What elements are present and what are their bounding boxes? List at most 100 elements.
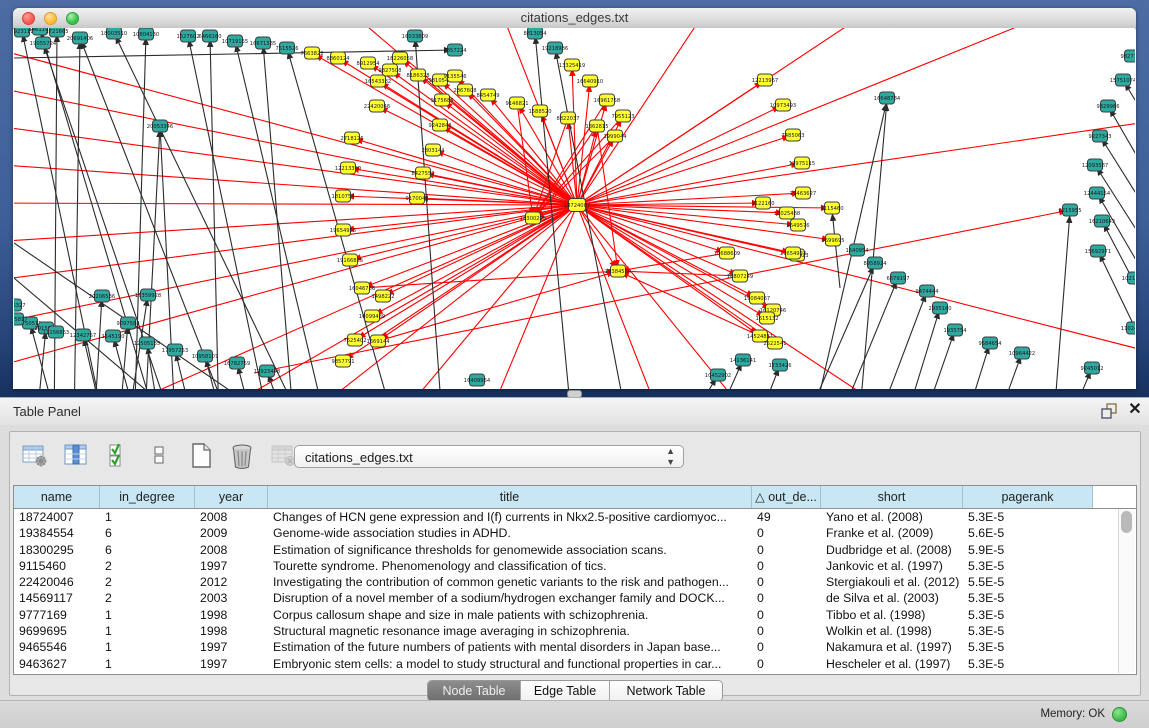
- graph-node-label: 10964422: [1009, 351, 1035, 357]
- table-cell: Hescheler et al. (1997): [821, 656, 963, 672]
- graph-node-label: 12975115: [789, 161, 815, 167]
- table-cell: Stergiakouli et al. (2012): [821, 574, 963, 590]
- table-settings-icon[interactable]: [18, 440, 52, 474]
- network-window-title: citations_edges.txt: [13, 10, 1136, 25]
- tab-network-table[interactable]: Network Table: [609, 681, 722, 701]
- table-row[interactable]: 969969511998Structural magnetic resonanc…: [14, 623, 1118, 639]
- graph-node-label: 9227343: [1088, 134, 1111, 140]
- table-row[interactable]: 1938455462009Genome-wide association stu…: [14, 525, 1118, 541]
- graph-node-label: 9857791: [331, 359, 354, 365]
- table-row[interactable]: 1830029562008Estimation of significance …: [14, 542, 1118, 558]
- select-all-checks-icon[interactable]: [101, 440, 135, 474]
- float-window-icon[interactable]: [1101, 403, 1118, 420]
- table-body: 1872400712008Changes of HCN gene express…: [14, 509, 1118, 674]
- table-cell: Wolkin et al. (1998): [821, 623, 963, 639]
- graph-node-label: 8454749: [476, 93, 499, 99]
- graph-node-label: 18807249: [727, 274, 753, 280]
- tab-edge-table[interactable]: Edge Table: [520, 681, 609, 701]
- graph-edge-black: [1102, 221, 1135, 358]
- tab-node-table[interactable]: Node Table: [428, 681, 520, 701]
- graph-edge-black: [94, 296, 102, 389]
- graph-node-label: 18300295: [520, 216, 546, 222]
- graph-edge-red: [350, 205, 577, 260]
- select-column-icon[interactable]: [59, 440, 93, 474]
- graph-node-label: 20206536: [89, 294, 115, 300]
- table-row[interactable]: 977716911998Corpus callosum shape and si…: [14, 607, 1118, 623]
- table-cell: 1: [100, 623, 195, 639]
- column-header-year[interactable]: year: [195, 486, 268, 508]
- table-row[interactable]: 1872400712008Changes of HCN gene express…: [14, 509, 1118, 525]
- table-cell: 0: [752, 542, 821, 558]
- graph-node-label: 9699695: [821, 238, 844, 244]
- graph-edge-red: [618, 271, 740, 276]
- column-header-out-degree[interactable]: △ out_de...: [752, 486, 821, 508]
- node-table: namein_degreeyeartitle△ out_de...shortpa…: [13, 485, 1137, 675]
- table-cell: 2: [100, 574, 195, 590]
- vertical-scrollbar[interactable]: [1118, 509, 1135, 673]
- table-cell: 0: [752, 574, 821, 590]
- column-header-name[interactable]: name: [14, 486, 100, 508]
- table-selector-dropdown[interactable]: citations_edges.txt ▲▼: [294, 445, 684, 468]
- memory-status-indicator[interactable]: [1112, 707, 1127, 722]
- graph-node-label: 19166825: [337, 258, 363, 264]
- memory-status-label: Memory: OK: [1040, 708, 1105, 720]
- graph-node-label: 20691406: [67, 36, 93, 42]
- table-cell: 2: [100, 590, 195, 606]
- graph-node-label: 9584654: [978, 341, 1002, 347]
- graph-node-label: 12923448: [254, 369, 280, 375]
- table-row[interactable]: 2242004622012Investigating the contribut…: [14, 574, 1118, 590]
- table-cell: Jankovic et al. (1997): [821, 558, 963, 574]
- status-bar: Memory: OK: [0, 700, 1149, 728]
- graph-node-label: 18003510: [101, 31, 127, 37]
- graph-node-label: 16099489: [359, 314, 385, 320]
- graph-node-label: 10973493: [770, 103, 796, 109]
- table-cell: Investigating the contribution of common…: [268, 574, 752, 590]
- graph-node-label: 15692971: [1085, 249, 1111, 255]
- table-row[interactable]: 946554611997Estimation of the future num…: [14, 639, 1118, 655]
- graph-node-label: 9170041: [405, 196, 428, 202]
- table-row[interactable]: 1456911722003Disruption of a novel membe…: [14, 590, 1118, 606]
- table-selector-value: citations_edges.txt: [305, 450, 413, 465]
- table-cell: Yano et al. (2008): [821, 509, 963, 525]
- table-cell: 18300295: [14, 542, 100, 558]
- table-cell: 0: [752, 623, 821, 639]
- network-window-titlebar[interactable]: citations_edges.txt: [13, 8, 1136, 29]
- graph-node-label: 11024580: [1121, 326, 1135, 332]
- graph-node-label: 19055724: [30, 41, 57, 47]
- graph-node-label: 12342757: [70, 333, 96, 339]
- table-cell: Changes of HCN gene expression and I(f) …: [268, 509, 752, 525]
- graph-node-label: 20053346: [147, 124, 173, 130]
- table-cell: 14569117: [14, 590, 100, 606]
- column-header-short[interactable]: short: [821, 486, 963, 508]
- table-cell: Dudbridge et al. (2008): [821, 542, 963, 558]
- table-row[interactable]: 911546021997Tourette syndrome. Phenomeno…: [14, 558, 1118, 574]
- table-cell: 1997: [195, 639, 268, 655]
- graph-node-label: 10452902: [705, 373, 731, 379]
- column-header-title[interactable]: title: [268, 486, 752, 508]
- graph-node-label: 15751074: [1110, 78, 1135, 84]
- graph-node-label: 6466160: [198, 34, 221, 40]
- network-canvas[interactable]: 1923111146119317216651905572420691406180…: [14, 28, 1135, 389]
- graph-edge-black: [864, 291, 927, 389]
- column-header-in-degree[interactable]: in_degree: [100, 486, 195, 508]
- table-cell: 6: [100, 542, 195, 558]
- graph-node-label: 7857224: [443, 48, 467, 54]
- table-cell: 5.3E-5: [963, 509, 1093, 525]
- delete-trash-icon[interactable]: [225, 440, 259, 474]
- table-cell: 5.3E-5: [963, 639, 1093, 655]
- table-cell: 5.3E-5: [963, 623, 1093, 639]
- graph-edge-red: [14, 163, 577, 205]
- graph-node-label: 9474444: [915, 289, 939, 295]
- new-table-icon[interactable]: [184, 440, 218, 474]
- unselect-rows-icon[interactable]: [142, 440, 176, 474]
- table-cell: 2003: [195, 590, 268, 606]
- table-cell: 2012: [195, 574, 268, 590]
- column-header-pagerank[interactable]: pagerank: [963, 486, 1093, 508]
- close-icon[interactable]: ✕: [1126, 401, 1144, 419]
- graph-node-label: 1733426: [768, 363, 791, 369]
- table-row[interactable]: 946362711997Embryonic stem cells: a mode…: [14, 656, 1118, 672]
- graph-node-label: 10025488: [774, 211, 800, 217]
- table-cell: 2009: [195, 525, 268, 541]
- scrollbar-thumb[interactable]: [1121, 511, 1132, 533]
- graph-node-label: 12505135: [134, 341, 160, 347]
